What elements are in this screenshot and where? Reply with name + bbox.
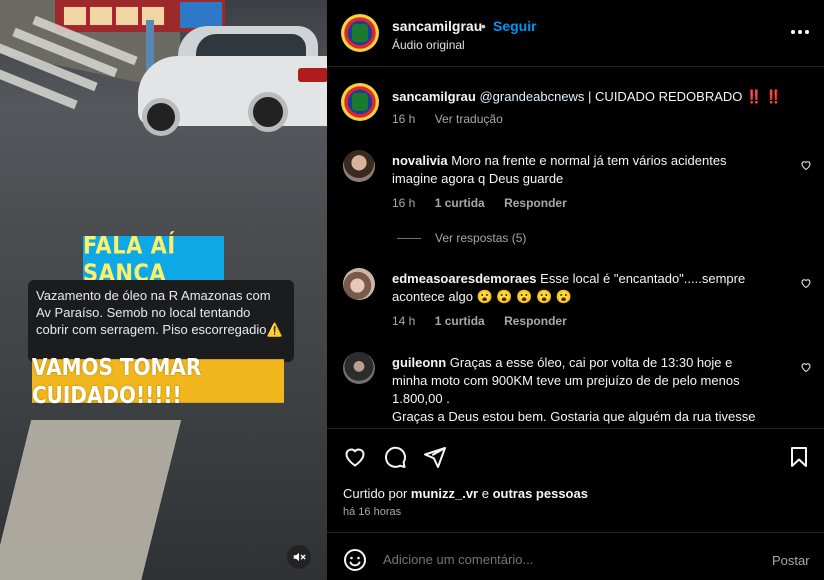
- post-actions: [343, 445, 808, 469]
- commenter-username[interactable]: guileonn: [392, 355, 446, 370]
- share-send-icon[interactable]: [423, 445, 447, 469]
- save-bookmark-icon[interactable]: [787, 445, 811, 469]
- more-icon: [791, 30, 795, 34]
- comments-divider: [327, 428, 824, 429]
- reel-video[interactable]: FALA AÍ SANCA Vazamento de óleo na R Ama…: [0, 0, 327, 580]
- replies-line: [397, 238, 421, 240]
- comment-input[interactable]: [383, 552, 703, 567]
- caption-meta: 16 h Ver tradução: [392, 112, 519, 126]
- store-sign: [63, 6, 87, 26]
- store-price-sign: [180, 2, 222, 28]
- caption-text: | CUIDADO REDOBRADO: [584, 89, 746, 104]
- post-panel: sancamilgrau • Seguir Áudio original san…: [327, 0, 824, 580]
- liked-by-user[interactable]: munizz_.vr: [411, 486, 478, 501]
- white-car: [138, 26, 327, 136]
- commenter-avatar[interactable]: [343, 268, 375, 300]
- commenter-avatar[interactable]: [343, 352, 375, 384]
- liked-by: Curtido por munizz_.vr e outras pessoas: [343, 486, 588, 501]
- store-sign: [115, 6, 139, 26]
- author-avatar[interactable]: [341, 14, 379, 52]
- post-comment-button[interactable]: Postar: [772, 553, 810, 568]
- like-comment-heart-icon[interactable]: [800, 159, 812, 171]
- reply-button[interactable]: Responder: [504, 196, 567, 210]
- comment-meta: 14 h 1 curtida Responder: [392, 314, 583, 328]
- follow-button[interactable]: Seguir: [493, 18, 537, 34]
- sticker-fala-ai-sanca: FALA AÍ SANCA: [83, 231, 224, 287]
- comment-text: guileonn Graças a esse óleo, cai por vol…: [392, 355, 756, 424]
- comment-likes[interactable]: 1 curtida: [435, 196, 485, 210]
- see-translation-button[interactable]: Ver tradução: [435, 112, 503, 126]
- liked-by-others[interactable]: outras pessoas: [493, 486, 588, 501]
- post-caption: sancamilgrau @grandeabcnews | CUIDADO RE…: [392, 88, 802, 106]
- mute-button[interactable]: [287, 545, 311, 569]
- comment-time[interactable]: 14 h: [392, 314, 415, 328]
- like-comment-heart-icon[interactable]: [800, 277, 812, 289]
- store-sign: [89, 6, 113, 26]
- post-age[interactable]: há 16 horas: [343, 506, 401, 518]
- view-replies-button[interactable]: Ver respostas (5): [397, 231, 526, 245]
- commenter-username[interactable]: novalivia: [392, 153, 448, 168]
- comment-likes[interactable]: 1 curtida: [435, 314, 485, 328]
- mention-link[interactable]: @grandeabcnews: [479, 89, 584, 104]
- speaker-muted-icon: [293, 552, 306, 562]
- caption-author-avatar[interactable]: [341, 83, 379, 121]
- more-options-button[interactable]: [788, 22, 812, 42]
- emoji-smile-icon[interactable]: [343, 548, 367, 572]
- author-username[interactable]: sancamilgrau: [392, 18, 482, 34]
- commenter-avatar[interactable]: [343, 150, 375, 182]
- video-caption: Vazamento de óleo na R Amazonas com Av P…: [28, 280, 294, 362]
- reply-button[interactable]: Responder: [504, 314, 567, 328]
- comment-text: edmeasoaresdemoraes Esse local é "encant…: [392, 271, 746, 304]
- caption-username[interactable]: sancamilgrau: [392, 89, 476, 104]
- original-audio-link[interactable]: Áudio original: [392, 38, 465, 52]
- comment-meta: 16 h 1 curtida Responder: [392, 196, 583, 210]
- double-exclamation-icon: ‼️ ‼️: [746, 89, 782, 104]
- footer-divider: [327, 532, 824, 533]
- commenter-username[interactable]: edmeasoaresdemoraes: [392, 271, 537, 286]
- separator-dot: •: [481, 18, 486, 34]
- sticker-vamos-tomar-cuidado: VAMOS TOMAR CUIDADO!!!!!: [32, 353, 284, 409]
- comment-text: novalivia Moro na frente e normal já tem…: [392, 153, 727, 186]
- like-heart-icon[interactable]: [343, 445, 367, 469]
- like-comment-heart-icon[interactable]: [800, 361, 812, 373]
- comment-bubble-icon[interactable]: [383, 445, 407, 469]
- crosswalk-stripe-foreground: [0, 420, 182, 580]
- comment-time[interactable]: 16 h: [392, 196, 415, 210]
- caption-time[interactable]: 16 h: [392, 112, 415, 126]
- header-divider: [327, 66, 824, 67]
